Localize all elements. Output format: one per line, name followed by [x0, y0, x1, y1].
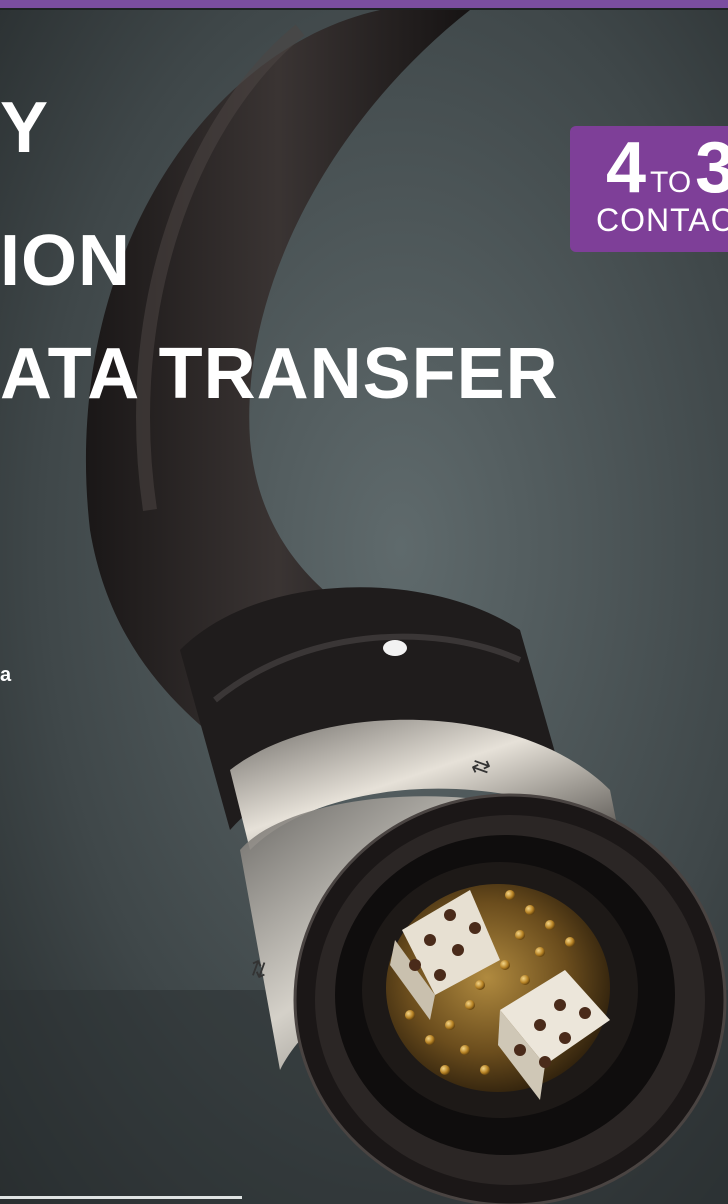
badge-to-word: TO — [650, 166, 692, 199]
badge-range: 4 TO3 — [606, 132, 728, 204]
headline-line-3: ATA TRANSFER — [0, 334, 559, 414]
headline-line-1: Y — [0, 88, 50, 168]
headline-line-2: ION — [0, 221, 132, 301]
badge-from-value: 4 — [606, 128, 647, 208]
top-accent-bar — [0, 0, 728, 8]
bottom-rule — [0, 1196, 242, 1199]
side-text-fragment: a — [0, 664, 12, 686]
contact-count-badge: 4 TO3 CONTAC — [570, 126, 728, 252]
badge-to-value: 3 — [695, 128, 728, 208]
badge-unit-label: CONTAC — [596, 202, 728, 238]
